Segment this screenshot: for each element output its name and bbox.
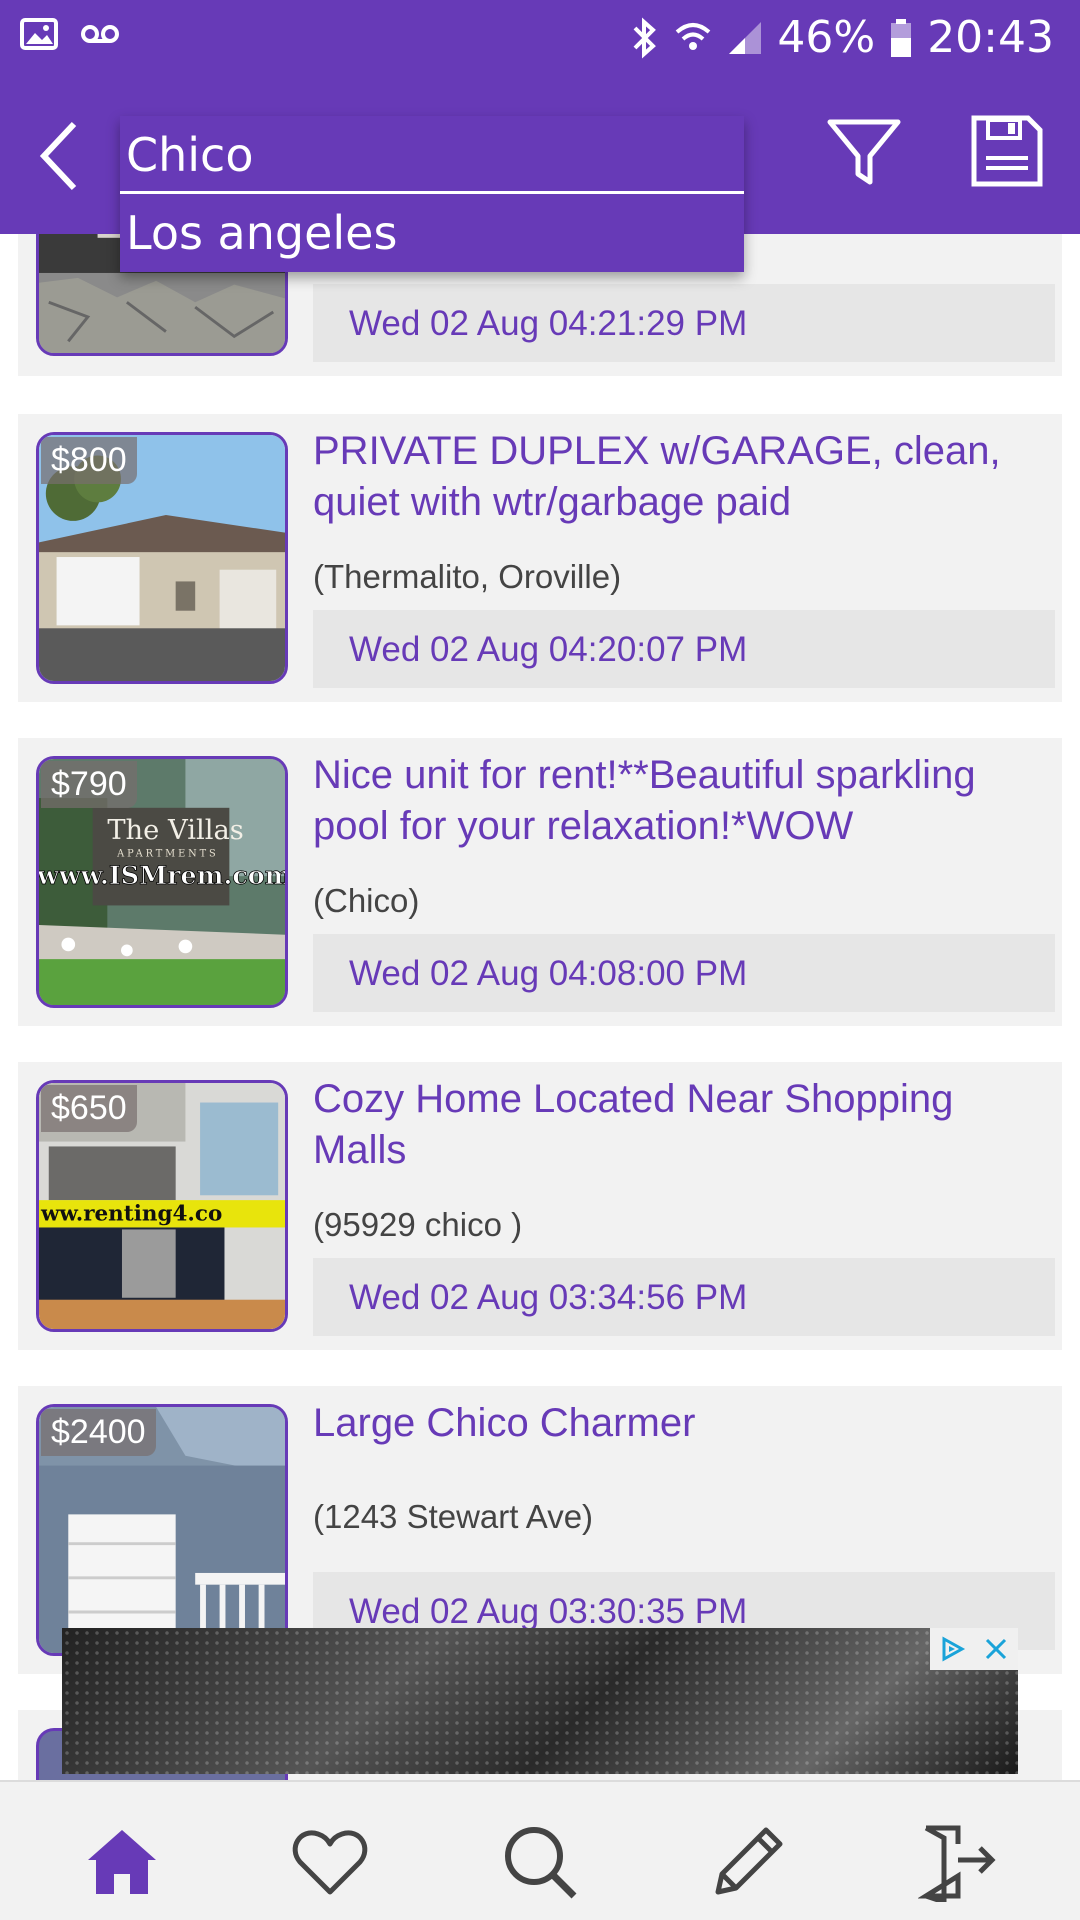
svg-text:APARTMENTS: APARTMENTS: [116, 849, 219, 860]
search-dropdown: Chico Los angeles: [120, 116, 744, 272]
price-badge: $800: [41, 437, 137, 484]
listing-location: (95929 chico ): [313, 1206, 523, 1243]
nav-post-button[interactable]: [706, 1820, 790, 1904]
filter-icon: [827, 119, 901, 185]
svg-text:ww.renting4.co: ww.renting4.co: [40, 1202, 222, 1227]
ad-controls: [930, 1628, 1018, 1670]
listing-list[interactable]: 530 2670 Wed 02 Aug 04:21:29 PM $800: [0, 234, 1080, 1780]
listing-title[interactable]: Cozy Home Located Near Shopping Malls: [313, 1074, 1048, 1176]
listing-card[interactable]: The Villas APARTMENTS www.ISMrem.com $79…: [18, 738, 1062, 1026]
battery-percent: 46%: [777, 12, 876, 63]
listing-timestamp: Wed 02 Aug 03:34:56 PM: [313, 1258, 1055, 1336]
listing-location: (Chico): [313, 882, 420, 919]
ad-close-icon[interactable]: [974, 1628, 1018, 1670]
ad-pattern: [62, 1628, 1018, 1774]
notification-icons: [20, 18, 120, 50]
system-status: 46% 20:43: [629, 12, 1054, 63]
price-badge: $2400: [41, 1409, 156, 1456]
listing-title[interactable]: Large Chico Charmer: [313, 1398, 1048, 1449]
listing-card[interactable]: ww.renting4.co $650 Cozy Home Located Ne…: [18, 1062, 1062, 1350]
bluetooth-icon: [633, 17, 657, 58]
listing-location: (1243 Stewart Ave): [313, 1498, 594, 1535]
bottom-navigation: [0, 1780, 1080, 1920]
nav-logout-button[interactable]: [916, 1820, 1000, 1904]
heart-icon: [292, 1830, 368, 1895]
listing-title[interactable]: Nice unit for rent!**Beautiful sparkling…: [313, 750, 1048, 852]
listing-thumbnail: The Villas APARTMENTS www.ISMrem.com $79…: [36, 756, 288, 1008]
wifi-icon: [676, 22, 711, 50]
voicemail-icon: [81, 25, 119, 43]
svg-text:The Villas: The Villas: [107, 815, 243, 846]
exit-icon: [918, 1825, 996, 1902]
listing-timestamp: Wed 02 Aug 04:21:29 PM: [313, 284, 1055, 362]
listing-timestamp: Wed 02 Aug 04:20:07 PM: [313, 610, 1055, 688]
listing-timestamp: Wed 02 Aug 04:08:00 PM: [313, 934, 1055, 1012]
price-badge: $790: [41, 761, 137, 808]
chevron-left-icon: [39, 121, 77, 191]
nav-favorites-button[interactable]: [288, 1820, 372, 1904]
signal-icon: [729, 21, 762, 54]
edit-icon: [715, 1827, 783, 1895]
ad-choices-icon[interactable]: [930, 1628, 974, 1670]
search-input[interactable]: Chico: [120, 116, 744, 194]
price-badge: $650: [41, 1085, 137, 1132]
filter-button[interactable]: [826, 116, 902, 192]
status-bar: 46% 20:43: [0, 0, 1080, 78]
listing-thumbnail: $2400: [36, 1404, 288, 1656]
nav-search-button[interactable]: [498, 1820, 582, 1904]
battery-icon: [891, 18, 912, 57]
nav-home-button[interactable]: [80, 1820, 164, 1904]
listing-thumbnail: ww.renting4.co $650: [36, 1080, 288, 1332]
svg-text:www.ISMrem.com: www.ISMrem.com: [39, 860, 285, 890]
clock: 20:43: [927, 12, 1054, 63]
search-icon: [505, 1827, 577, 1899]
listing-title[interactable]: PRIVATE DUPLEX w/GARAGE, clean, quiet wi…: [313, 426, 1048, 528]
home-icon: [88, 1830, 156, 1894]
listing-location: (Thermalito, Oroville): [313, 558, 622, 595]
listing-thumbnail: $800: [36, 432, 288, 684]
image-icon: [20, 18, 58, 50]
listing-card[interactable]: $800 PRIVATE DUPLEX w/GARAGE, clean, qui…: [18, 414, 1062, 702]
save-icon: [971, 115, 1043, 187]
save-button[interactable]: [970, 114, 1044, 188]
back-button[interactable]: [30, 116, 90, 196]
ad-banner[interactable]: [62, 1628, 1018, 1774]
suggestion-item[interactable]: Los angeles: [120, 196, 744, 272]
